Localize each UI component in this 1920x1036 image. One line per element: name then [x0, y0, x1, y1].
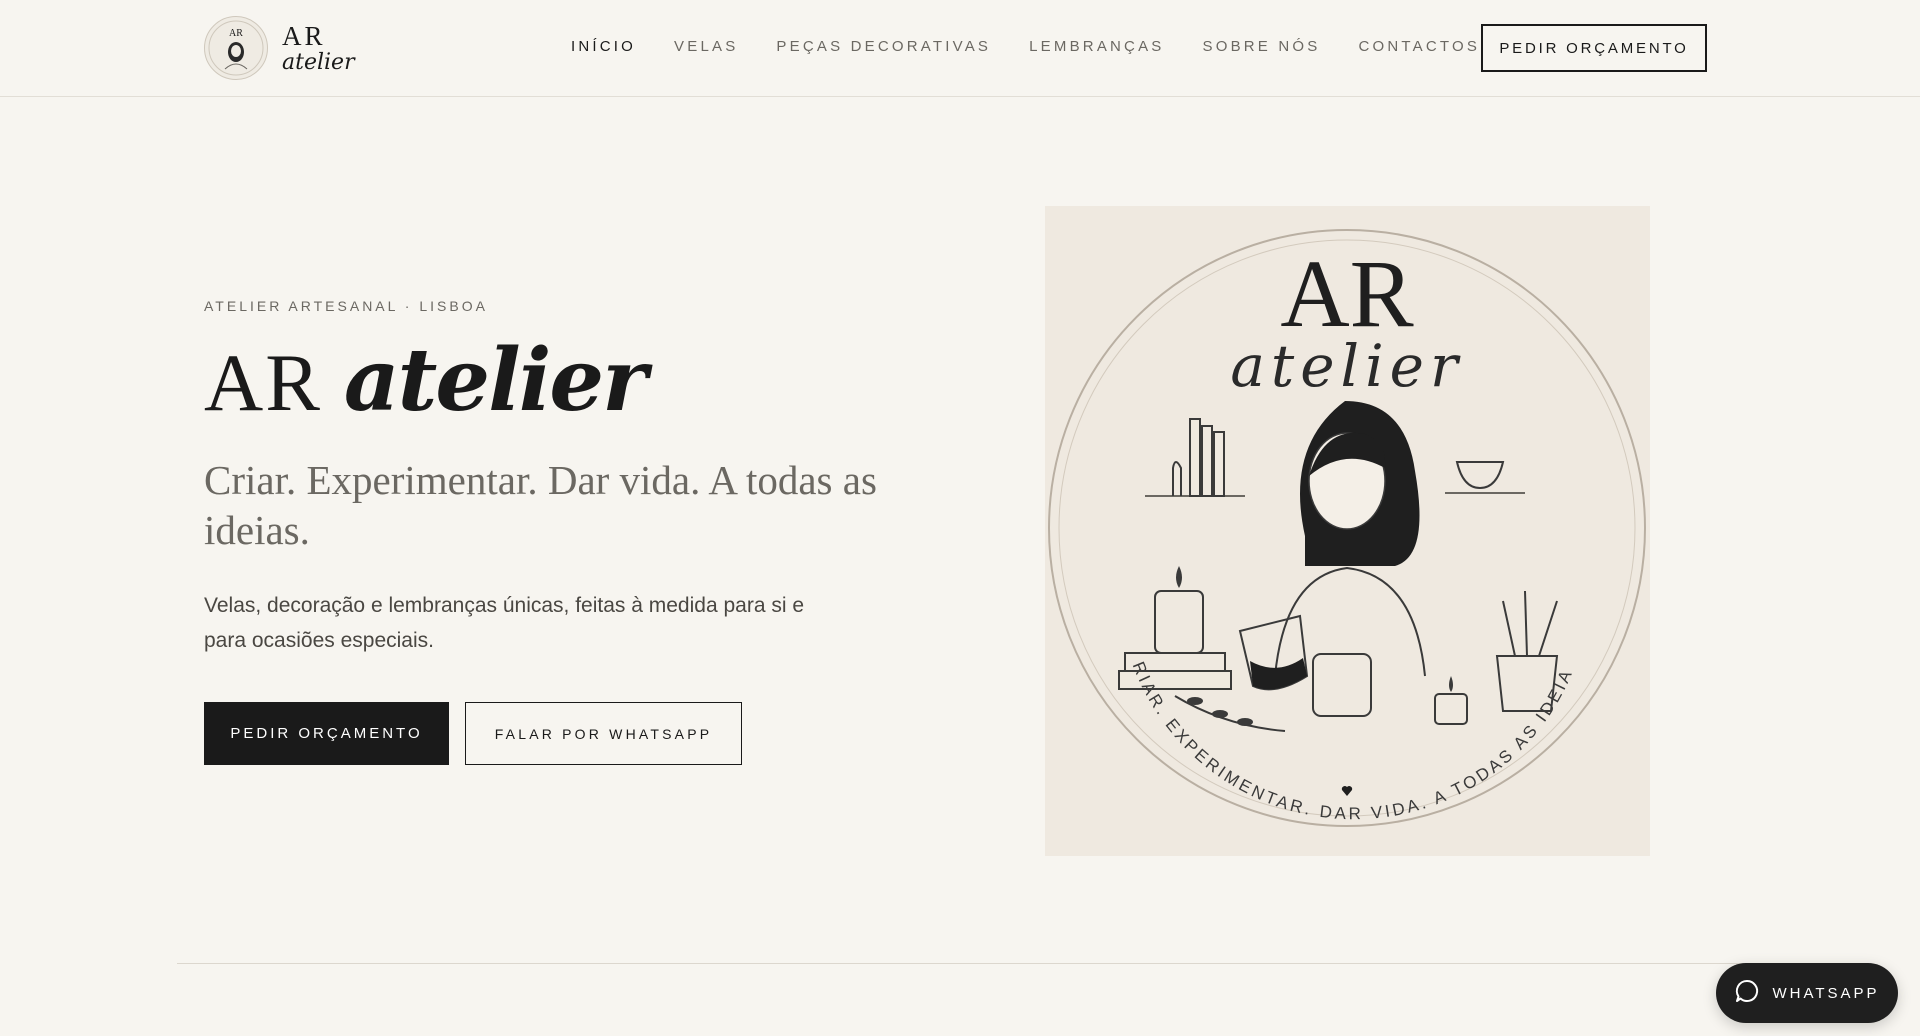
shelf-left-icon — [1145, 418, 1245, 497]
header-quote-button[interactable]: PEDIR ORÇAMENTO — [1481, 24, 1707, 72]
woman-figure-icon — [1274, 401, 1426, 677]
image-title-ar: AR — [1280, 240, 1413, 347]
nav-item-sobre-nos[interactable]: SOBRE NÓS — [1203, 38, 1321, 55]
hero-whatsapp-button[interactable]: FALAR POR WHATSAPP — [465, 702, 742, 765]
hero-illustration: AR atelier RIAR. EXPERIMENTAR. DAR VIDA.… — [1037, 191, 1650, 856]
hero-quote-button[interactable]: PEDIR ORÇAMENTO — [204, 702, 449, 765]
logo-badge-icon: AR — [204, 16, 268, 80]
brand-logo[interactable]: AR AR atelier — [204, 14, 355, 82]
floating-whatsapp-button[interactable]: WHATSAPP — [1716, 963, 1898, 1023]
floating-whatsapp-label: WHATSAPP — [1772, 984, 1880, 1002]
chat-bubble-icon — [1734, 978, 1760, 1008]
shelf-right-icon — [1445, 461, 1525, 494]
atelier-illustration: AR atelier RIAR. EXPERIMENTAR. DAR VIDA.… — [1037, 191, 1646, 827]
main-nav: INÍCIO VELAS PEÇAS DECORATIVAS LEMBRANÇA… — [571, 38, 1518, 55]
hero-eyebrow: ATELIER ARTESANAL · LISBOA — [204, 298, 488, 314]
site-header: AR AR atelier INÍCIO VELAS PEÇAS DECORAT… — [0, 0, 1920, 97]
image-title-atelier: atelier — [1230, 332, 1463, 400]
pouring-pitcher-icon — [1238, 614, 1372, 717]
hero-tagline: Criar. Experimentar. Dar vida. A todas a… — [204, 457, 877, 553]
hero-title-atelier: atelier — [343, 330, 648, 431]
nav-item-lembrancas[interactable]: LEMBRANÇAS — [1029, 38, 1164, 55]
heart-icon — [1341, 786, 1353, 796]
logo-atelier-text: atelier — [282, 49, 355, 75]
nav-item-pecas-decorativas[interactable]: PEÇAS DECORATIVAS — [776, 38, 991, 55]
nav-item-contactos[interactable]: CONTACTOS — [1359, 38, 1481, 55]
svg-text:AR: AR — [229, 28, 243, 39]
leaf-sprig-icon — [1174, 695, 1286, 732]
brush-pot-icon — [1434, 590, 1559, 725]
section-divider — [177, 963, 1743, 964]
nav-item-velas[interactable]: VELAS — [674, 38, 738, 55]
nav-item-inicio[interactable]: INÍCIO — [571, 38, 636, 55]
logo-wordmark: AR atelier — [282, 20, 355, 75]
hero-description: Velas, decoração e lembranças únicas, fe… — [204, 594, 805, 652]
logo-ar-text: AR — [282, 20, 326, 51]
hero-title-ar: AR — [204, 337, 322, 428]
hero-title: AR atelier — [204, 330, 648, 431]
